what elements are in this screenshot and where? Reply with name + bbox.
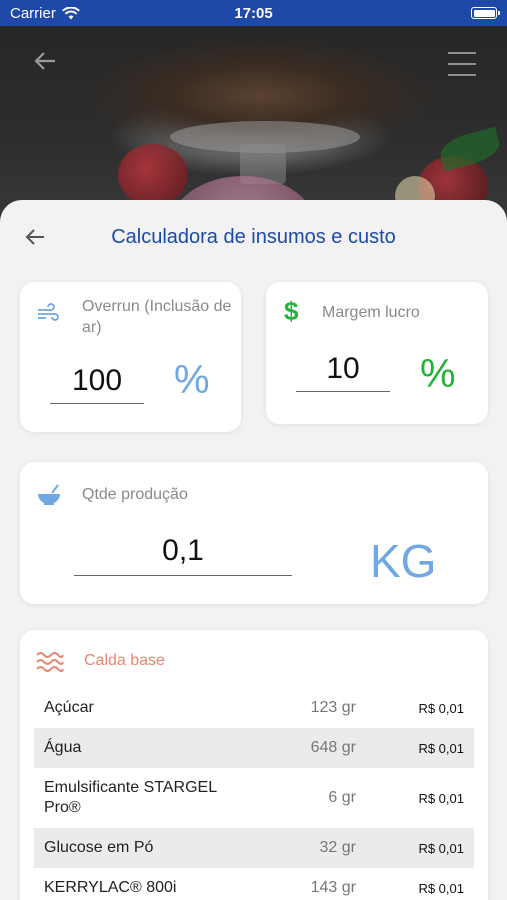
ingredients-list: Açúcar 123 gr R$ 0,01 Água 648 gr R$ 0,0… xyxy=(34,688,474,900)
ingredient-qty: 648 gr xyxy=(310,739,356,756)
ingredient-name: Açúcar xyxy=(44,699,94,716)
status-left: Carrier xyxy=(10,5,80,22)
ingredient-name: Glucose em Pó xyxy=(44,839,154,856)
ingredient-price: R$ 0,01 xyxy=(418,740,464,756)
margem-input[interactable]: 10 xyxy=(296,348,390,392)
list-item: KERRYLAC® 800i 143 gr R$ 0,01 xyxy=(34,868,474,900)
sheet-header: Calculadora de insumos e custo xyxy=(0,200,507,280)
qtde-unit: KG xyxy=(370,535,437,587)
margem-unit: % xyxy=(420,352,456,396)
page-title: Calculadora de insumos e custo xyxy=(111,226,396,248)
dollar-icon: $ xyxy=(284,296,299,326)
overrun-unit: % xyxy=(174,358,210,402)
ingredient-qty: 6 gr xyxy=(328,789,356,806)
ingredient-name: Água xyxy=(44,739,82,756)
qtde-card: Qtde produção 0,1 KG xyxy=(20,462,488,604)
ingredient-name: KERRYLAC® 800i xyxy=(44,879,177,896)
bowl-icon xyxy=(38,484,60,505)
ingredient-qty: 143 gr xyxy=(310,879,356,896)
battery-icon xyxy=(471,7,500,19)
list-item: Açúcar 123 gr R$ 0,01 xyxy=(34,688,474,728)
status-bar: Carrier 17:05 xyxy=(0,0,507,26)
ingredient-price: R$ 0,01 xyxy=(418,790,464,806)
list-item: Emulsificante STARGEL Pro® 6 gr R$ 0,01 xyxy=(34,768,474,828)
overrun-card: Overrun (Inclusão de ar) 100 % xyxy=(20,282,241,432)
ingredient-price: R$ 0,01 xyxy=(418,700,464,716)
calda-label: Calda base xyxy=(84,652,165,669)
ingredient-price: R$ 0,01 xyxy=(418,840,464,856)
hamburger-menu-icon[interactable] xyxy=(448,52,476,76)
ingredient-qty: 123 gr xyxy=(310,699,356,716)
margem-label: Margem lucro xyxy=(322,304,420,321)
list-item: Água 648 gr R$ 0,01 xyxy=(34,728,474,768)
list-item: Glucose em Pó 32 gr R$ 0,01 xyxy=(34,828,474,868)
calda-base-card: Calda base Açúcar 123 gr R$ 0,01 Água 64… xyxy=(20,630,488,900)
wind-icon xyxy=(38,303,59,321)
overrun-input[interactable]: 100 xyxy=(50,360,144,404)
overrun-label: Overrun (Inclusão de ar) xyxy=(82,298,232,336)
hero-back-arrow-icon[interactable] xyxy=(30,46,60,76)
margem-card: $ Margem lucro 10 % xyxy=(266,282,488,424)
ingredient-price: R$ 0,01 xyxy=(418,880,464,896)
waves-icon xyxy=(36,652,64,672)
qtde-input[interactable]: 0,1 xyxy=(74,528,292,576)
calculator-sheet: Calculadora de insumos e custo Overrun (… xyxy=(0,200,507,900)
qtde-label: Qtde produção xyxy=(82,486,188,503)
wifi-icon xyxy=(61,6,80,19)
ingredient-name: Emulsificante STARGEL Pro® xyxy=(44,779,217,816)
carrier-label: Carrier xyxy=(10,4,56,22)
ingredient-qty: 32 gr xyxy=(319,839,356,856)
